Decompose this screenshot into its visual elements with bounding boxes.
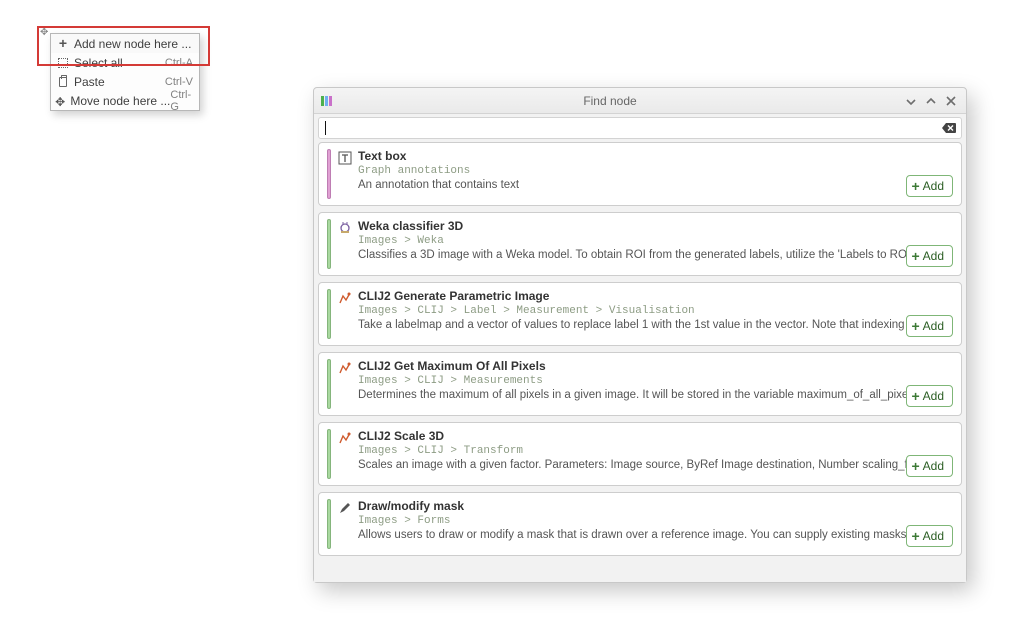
menu-label: Add new node here ...	[74, 37, 193, 51]
results-list: Text box Graph annotations An annotation…	[314, 142, 966, 582]
result-name: CLIJ2 Scale 3D	[358, 429, 951, 443]
menu-shortcut: Ctrl-G	[170, 89, 193, 113]
result-name: CLIJ2 Get Maximum Of All Pixels	[358, 359, 951, 373]
add-label: Add	[923, 319, 944, 333]
textbox-icon	[337, 150, 353, 166]
plus-icon: +	[911, 389, 919, 403]
result-card[interactable]: Text box Graph annotations An annotation…	[318, 142, 962, 206]
result-card[interactable]: CLIJ2 Generate Parametric Image Images >…	[318, 282, 962, 346]
result-name: Text box	[358, 149, 951, 163]
category-stripe	[327, 219, 331, 269]
select-all-icon	[55, 56, 71, 70]
search-row	[318, 117, 962, 139]
result-desc: Determines the maximum of all pixels in …	[358, 389, 951, 401]
menu-label: Paste	[74, 75, 165, 89]
add-label: Add	[923, 389, 944, 403]
plus-icon: +	[911, 319, 919, 333]
result-name: CLIJ2 Generate Parametric Image	[358, 289, 951, 303]
dialog-title: Find node	[316, 94, 904, 108]
plus-icon	[55, 37, 71, 51]
add-button[interactable]: + Add	[906, 455, 953, 477]
result-path: Images > CLIJ > Measurements	[358, 375, 951, 387]
window-close-button[interactable]	[944, 94, 958, 108]
result-path: Images > Forms	[358, 515, 951, 527]
menu-label: Move node here ...	[70, 94, 170, 108]
add-label: Add	[923, 179, 944, 193]
clear-search-button[interactable]	[941, 120, 957, 136]
context-menu-anchor-icon	[40, 24, 50, 34]
clij-icon	[337, 290, 353, 306]
add-button[interactable]: + Add	[906, 245, 953, 267]
result-path: Images > CLIJ > Label > Measurement > Vi…	[358, 305, 951, 317]
find-node-dialog: Find node	[313, 87, 967, 583]
result-desc: An annotation that contains text	[358, 179, 951, 191]
add-label: Add	[923, 459, 944, 473]
menu-label: Select all	[74, 56, 165, 70]
menu-add-new-node[interactable]: Add new node here ...	[51, 34, 199, 53]
text-cursor	[325, 121, 326, 135]
plus-icon: +	[911, 179, 919, 193]
category-stripe	[327, 289, 331, 339]
clij-icon	[337, 360, 353, 376]
result-name: Weka classifier 3D	[358, 219, 951, 233]
result-path: Images > Weka	[358, 235, 951, 247]
menu-shortcut: Ctrl-V	[165, 76, 193, 88]
result-desc: Scales an image with a given factor. Par…	[358, 459, 951, 471]
clij-icon	[337, 430, 353, 446]
move-icon	[55, 94, 67, 108]
window-maximize-button[interactable]	[924, 94, 938, 108]
result-desc: Classifies a 3D image with a Weka model.…	[358, 249, 951, 261]
draw-icon	[337, 500, 353, 516]
add-button[interactable]: + Add	[906, 315, 953, 337]
plus-icon: +	[911, 459, 919, 473]
result-card[interactable]: Weka classifier 3D Images > Weka Classif…	[318, 212, 962, 276]
menu-shortcut: Ctrl-A	[165, 57, 193, 69]
window-minimize-button[interactable]	[904, 94, 918, 108]
result-card[interactable]: Draw/modify mask Images > Forms Allows u…	[318, 492, 962, 556]
dialog-titlebar[interactable]: Find node	[314, 88, 966, 114]
category-stripe	[327, 429, 331, 479]
result-desc: Take a labelmap and a vector of values t…	[358, 319, 951, 331]
add-button[interactable]: + Add	[906, 385, 953, 407]
plus-icon: +	[911, 529, 919, 543]
weka-icon	[337, 220, 353, 236]
menu-select-all[interactable]: Select all Ctrl-A	[51, 53, 199, 72]
menu-move-node-here[interactable]: Move node here ... Ctrl-G	[51, 91, 199, 110]
result-card[interactable]: CLIJ2 Get Maximum Of All Pixels Images >…	[318, 352, 962, 416]
add-button[interactable]: + Add	[906, 525, 953, 547]
add-button[interactable]: + Add	[906, 175, 953, 197]
paste-icon	[55, 75, 71, 89]
graph-context-menu: Add new node here ... Select all Ctrl-A …	[50, 33, 200, 111]
result-path: Graph annotations	[358, 165, 951, 177]
result-desc: Allows users to draw or modify a mask th…	[358, 529, 951, 541]
plus-icon: +	[911, 249, 919, 263]
search-input[interactable]	[330, 120, 941, 136]
add-label: Add	[923, 529, 944, 543]
add-label: Add	[923, 249, 944, 263]
category-stripe	[327, 359, 331, 409]
result-card[interactable]: CLIJ2 Scale 3D Images > CLIJ > Transform…	[318, 422, 962, 486]
result-name: Draw/modify mask	[358, 499, 951, 513]
category-stripe	[327, 499, 331, 549]
category-stripe	[327, 149, 331, 199]
result-path: Images > CLIJ > Transform	[358, 445, 951, 457]
